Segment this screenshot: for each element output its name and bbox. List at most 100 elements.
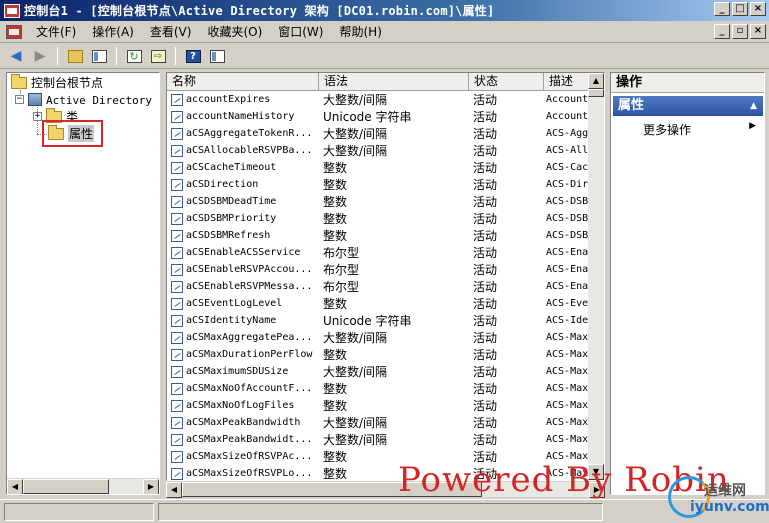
document-icon[interactable] (6, 24, 22, 39)
menu-help[interactable]: 帮助(H) (331, 23, 389, 40)
tree-node-active-directory[interactable]: − Active Directory 架 (15, 91, 160, 108)
minimize-button[interactable]: _ (714, 2, 730, 16)
column-header-description[interactable]: 描述 (544, 73, 589, 91)
tree-node-label: Active Directory 架 (46, 93, 160, 107)
cell-syntax: 整数 (323, 178, 348, 192)
attribute-list: accountExpires大整数/间隔活动Account-accountNam… (167, 91, 589, 480)
show-hide-tree-icon[interactable] (89, 46, 109, 66)
table-row[interactable]: aCSEnableRSVPMessa... 布尔型 活动 ACS-Enab (167, 278, 589, 295)
menu-bar: 文件(F) 操作(A) 查看(V) 收藏夹(O) 窗口(W) 帮助(H) _ ▫… (0, 21, 769, 43)
attribute-name: aCSEnableRSVPMessa... (186, 281, 313, 292)
table-row[interactable]: aCSEnableRSVPAccou... 布尔型 活动 ACS-Enab (167, 261, 589, 278)
mdi-close-button[interactable]: × (750, 24, 766, 39)
cell-description: Account- (546, 94, 589, 105)
table-row[interactable]: aCSMaxDurationPerFlow 整数 活动 ACS-Max- (167, 346, 589, 363)
cell-syntax: 整数 (323, 229, 348, 243)
mdi-restore-button[interactable]: ▫ (732, 24, 748, 39)
cell-status: 活动 (473, 212, 498, 226)
table-row[interactable]: aCSCacheTimeout 整数 活动 ACS-Cach (167, 159, 589, 176)
scroll-left-icon[interactable]: ◀ (7, 479, 23, 494)
column-header-status[interactable]: 状态 (469, 73, 544, 91)
table-row[interactable]: aCSEnableACSService 布尔型 活动 ACS-Enab (167, 244, 589, 261)
column-header-name[interactable]: 名称 (167, 73, 319, 91)
close-button[interactable]: × (750, 2, 766, 16)
menu-window[interactable]: 窗口(W) (270, 23, 331, 40)
cell-name: accountExpires (167, 93, 319, 106)
table-row[interactable]: aCSAllocableRSVPBa... 大整数/间隔 活动 ACS-Allo (167, 142, 589, 159)
table-row[interactable]: aCSDirection 整数 活动 ACS-Dire (167, 176, 589, 193)
expand-toggle-icon[interactable]: + (33, 112, 42, 121)
properties-pane-icon[interactable] (207, 46, 227, 66)
cell-description: ACS-Enab (546, 247, 589, 258)
refresh-icon[interactable]: ↻ (124, 46, 144, 66)
cell-name: aCSDSBMDeadTime (167, 195, 319, 208)
menu-favorites[interactable]: 收藏夹(O) (199, 23, 270, 40)
attribute-name: aCSDSBMDeadTime (186, 196, 277, 207)
table-row[interactable]: aCSMaxPeakBandwidt... 大整数/间隔 活动 ACS-Max- (167, 431, 589, 448)
window-controls: _ □ × (714, 2, 766, 16)
list-vertical-scrollbar[interactable]: ▲ ▼ (588, 73, 604, 480)
table-row[interactable]: aCSEventLogLevel 整数 活动 ACS-Even (167, 295, 589, 312)
attribute-name: aCSCacheTimeout (186, 162, 277, 173)
table-row[interactable]: aCSMaximumSDUSize 大整数/间隔 活动 ACS-Max- (167, 363, 589, 380)
collapse-triangle-icon[interactable]: ▲ (750, 96, 757, 116)
help-icon[interactable]: ? (183, 46, 203, 66)
attribute-name: aCSMaxNoOfLogFiles (186, 400, 295, 411)
collapse-toggle-icon[interactable]: − (15, 95, 24, 104)
toolbar-separator (175, 47, 176, 65)
attribute-icon (171, 263, 183, 276)
table-row[interactable]: aCSMaxPeakBandwidth 大整数/间隔 活动 ACS-Max- (167, 414, 589, 431)
forward-icon[interactable]: ▶ (30, 46, 50, 66)
attribute-icon (171, 382, 183, 395)
actions-section-label: 属性 (618, 98, 645, 113)
cell-name: aCSMaxPeakBandwidt... (167, 433, 319, 446)
table-row[interactable]: aCSDSBMPriority 整数 活动 ACS-DSBM (167, 210, 589, 227)
menu-action[interactable]: 操作(A) (84, 23, 142, 40)
cell-name: aCSDirection (167, 178, 319, 191)
scroll-right-icon[interactable]: ▶ (143, 479, 159, 494)
mdi-minimize-button[interactable]: _ (714, 24, 730, 39)
more-actions-item[interactable]: 更多操作 (643, 121, 691, 138)
cell-status: 活动 (473, 399, 498, 413)
cell-syntax: 布尔型 (323, 280, 360, 294)
cell-name: aCSCacheTimeout (167, 161, 319, 174)
table-row[interactable]: aCSDSBMDeadTime 整数 活动 ACS-DSBM (167, 193, 589, 210)
table-row[interactable]: accountNameHistory Unicode 字符串 活动 Account- (167, 108, 589, 125)
table-row[interactable]: aCSIdentityName Unicode 字符串 活动 ACS-Iden (167, 312, 589, 329)
table-row[interactable]: aCSAggregateTokenR... 大整数/间隔 活动 ACS-Aggr (167, 125, 589, 142)
actions-header: 操作 (611, 73, 764, 93)
cell-status: 活动 (473, 382, 498, 396)
menu-file[interactable]: 文件(F) (28, 23, 84, 40)
attribute-icon (171, 399, 183, 412)
mmc-app-icon[interactable] (4, 3, 20, 18)
cell-status: 活动 (473, 127, 498, 141)
tree-node-root[interactable]: 控制台根节点 (11, 73, 103, 91)
tree-horizontal-scrollbar[interactable]: ◀ ▶ (7, 478, 159, 494)
attribute-icon (171, 93, 183, 106)
scroll-thumb[interactable] (588, 89, 604, 97)
scroll-left-icon[interactable]: ◀ (166, 482, 182, 498)
table-row[interactable]: aCSMaxNoOfLogFiles 整数 活动 ACS-Max- (167, 397, 589, 414)
cell-status: 活动 (473, 246, 498, 260)
cell-name: aCSEnableACSService (167, 246, 319, 259)
table-row[interactable]: aCSMaxAggregatePea... 大整数/间隔 活动 ACS-Max- (167, 329, 589, 346)
cell-syntax: 大整数/间隔 (323, 127, 388, 141)
cell-name: aCSMaxAggregatePea... (167, 331, 319, 344)
maximize-button[interactable]: □ (732, 2, 748, 16)
attribute-icon (171, 331, 183, 344)
back-icon[interactable]: ◀ (6, 46, 26, 66)
scroll-up-icon[interactable]: ▲ (588, 73, 604, 89)
cell-syntax: 整数 (323, 348, 348, 362)
submenu-arrow-icon[interactable]: ▶ (749, 121, 756, 131)
scroll-thumb[interactable] (23, 479, 109, 494)
cell-description: ACS-Max- (546, 366, 589, 377)
table-row[interactable]: aCSMaxNoOfAccountF... 整数 活动 ACS-Max- (167, 380, 589, 397)
table-row[interactable]: aCSDSBMRefresh 整数 活动 ACS-DSBM (167, 227, 589, 244)
table-row[interactable]: accountExpires 大整数/间隔 活动 Account- (167, 91, 589, 108)
menu-view[interactable]: 查看(V) (142, 23, 200, 40)
column-header-syntax[interactable]: 语法 (319, 73, 469, 91)
logo-url: iyunv.com (690, 499, 769, 515)
up-folder-icon[interactable] (65, 46, 85, 66)
actions-section-attributes[interactable]: 属性 ▲ (613, 96, 763, 116)
export-list-icon[interactable]: ⇨ (148, 46, 168, 66)
